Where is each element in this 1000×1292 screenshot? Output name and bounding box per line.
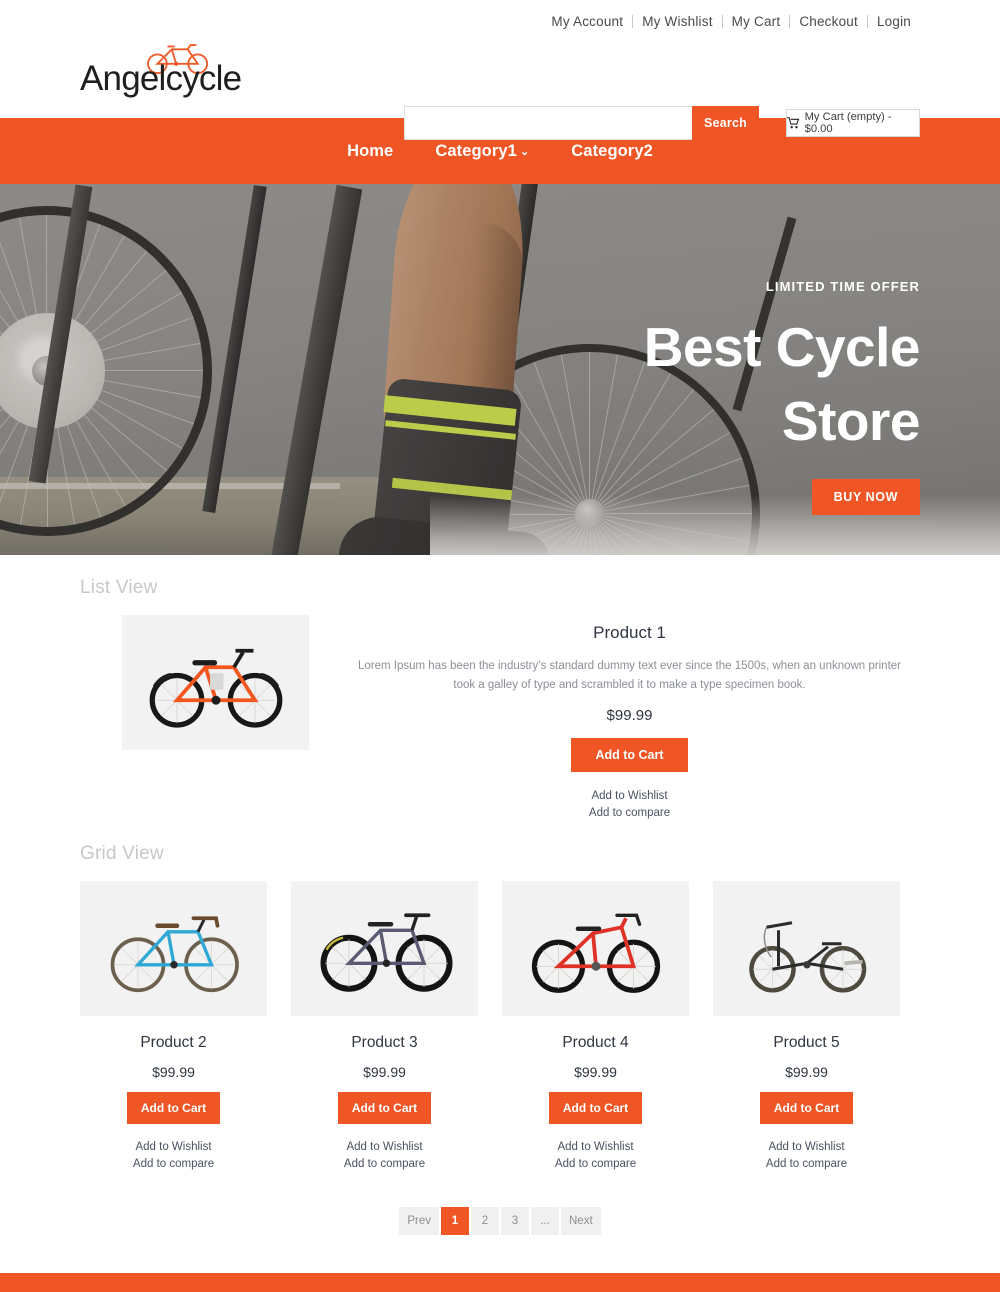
product-info-product-1: Product 1 Lorem Ipsum has been the indus… [309, 615, 920, 821]
add-to-wishlist-link[interactable]: Add to Wishlist [339, 788, 920, 805]
nav-item-category1[interactable]: Category1 ⌄ [435, 142, 529, 161]
nav-item-category2-label: Category2 [571, 141, 653, 160]
product-card: Product 5 $99.99 Add to Cart Add to Wish… [713, 881, 900, 1172]
add-to-cart-button[interactable]: Add to Cart [571, 737, 688, 772]
product-name: Product 5 [773, 1034, 840, 1052]
shopping-cart-icon [787, 117, 800, 129]
top-link-my-wishlist[interactable]: My Wishlist [633, 14, 721, 29]
grid-view-section: Grid View Product 2 $99.99 Add to Cart A… [0, 843, 1000, 1235]
grid-view-title: Grid View [80, 843, 164, 865]
pagination-page-1[interactable]: 1 [441, 1206, 469, 1235]
product-name: Product 2 [140, 1034, 207, 1052]
list-item: Product 1 Lorem Ipsum has been the indus… [80, 615, 920, 821]
hero-copy: LIMITED TIME OFFER Best Cycle Store BUY … [500, 279, 921, 515]
product-image-product-4[interactable] [502, 881, 689, 1017]
product-secondary-links: Add to Wishlist Add to compare [339, 788, 920, 821]
site-logo[interactable]: Angelcycle [80, 38, 280, 108]
add-to-cart-button[interactable]: Add to Cart [549, 1092, 642, 1125]
bicycle-product-image [320, 913, 452, 992]
search-form: Search [404, 106, 759, 140]
bicycle-product-image [110, 916, 239, 992]
add-to-wishlist-link[interactable]: Add to Wishlist [80, 1139, 267, 1156]
product-price: $99.99 [785, 1064, 828, 1081]
bicycle-product-image [531, 913, 660, 993]
buy-now-button[interactable]: BUY NOW [811, 478, 920, 515]
nav-item-category1-label: Category1 [435, 141, 517, 160]
bicycle-product-image [748, 921, 866, 993]
product-card: Product 3 $99.99 Add to Cart Add to Wish… [291, 881, 478, 1172]
product-image-product-5[interactable] [713, 881, 900, 1017]
product-image-product-1[interactable] [122, 615, 309, 750]
product-name: Product 4 [562, 1034, 629, 1052]
add-to-cart-button[interactable]: Add to Cart [127, 1092, 220, 1125]
list-view-title: List View [80, 577, 158, 598]
product-secondary-links: Add to Wishlist Add to compare [80, 1139, 267, 1172]
pagination-page-2[interactable]: 2 [471, 1206, 499, 1235]
nav-item-home[interactable]: Home [347, 142, 393, 161]
product-secondary-links: Add to Wishlist Add to compare [291, 1139, 478, 1172]
product-price: $99.99 [606, 706, 653, 724]
hero-kicker: LIMITED TIME OFFER [765, 279, 920, 294]
product-name: Product 3 [351, 1034, 418, 1052]
product-card: Product 4 $99.99 Add to Cart Add to Wish… [502, 881, 689, 1172]
add-to-wishlist-link[interactable]: Add to Wishlist [291, 1139, 478, 1156]
pagination: Prev 1 2 3 ... Next [80, 1206, 920, 1235]
list-view-section: List View Product 1 Lorem Ipsum has been… [0, 577, 1000, 821]
top-link-checkout[interactable]: Checkout [790, 14, 867, 29]
hero-title-line2: Store [781, 390, 921, 453]
add-to-compare-link[interactable]: Add to compare [713, 1156, 900, 1173]
product-secondary-links: Add to Wishlist Add to compare [713, 1139, 900, 1172]
product-grid: Product 2 $99.99 Add to Cart Add to Wish… [80, 881, 920, 1172]
bicycle-product-image [149, 648, 282, 728]
product-card: Product 2 $99.99 Add to Cart Add to Wish… [80, 881, 267, 1172]
hero-title-line1: Best Cycle [643, 316, 921, 378]
site-footer: Site Map Search Terms Advanced Search Or… [0, 1272, 1000, 1292]
product-price: $99.99 [574, 1064, 617, 1081]
hero-title: Best Cycle Store [500, 310, 921, 459]
add-to-compare-link[interactable]: Add to compare [80, 1156, 267, 1173]
site-header: Angelcycle Search My Cart (empty) - $0.0… [0, 42, 1000, 140]
product-price: $99.99 [363, 1064, 406, 1081]
product-description: Lorem Ipsum has been the industry's stan… [358, 660, 901, 691]
mini-cart-label: My Cart (empty) - $0.00 [804, 111, 892, 135]
mini-cart-button[interactable]: My Cart (empty) - $0.00 [786, 109, 920, 137]
pagination-ellipsis: ... [531, 1206, 559, 1235]
top-link-my-cart[interactable]: My Cart [723, 14, 790, 29]
chevron-down-icon: ⌄ [519, 145, 530, 158]
hero-banner: LIMITED TIME OFFER Best Cycle Store BUY … [0, 184, 1000, 555]
top-link-login[interactable]: Login [868, 14, 920, 29]
product-secondary-links: Add to Wishlist Add to compare [502, 1139, 689, 1172]
top-link-my-account[interactable]: My Account [542, 14, 632, 29]
logo-wordmark: Angelcycle [80, 59, 242, 98]
add-to-compare-link[interactable]: Add to compare [339, 805, 920, 822]
add-to-cart-button[interactable]: Add to Cart [760, 1092, 853, 1125]
search-button[interactable]: Search [692, 106, 759, 140]
pagination-prev[interactable]: Prev [399, 1206, 439, 1235]
product-image-product-3[interactable] [291, 881, 478, 1017]
add-to-wishlist-link[interactable]: Add to Wishlist [502, 1139, 689, 1156]
nav-item-home-label: Home [347, 141, 394, 160]
add-to-wishlist-link[interactable]: Add to Wishlist [713, 1139, 900, 1156]
search-input[interactable] [404, 106, 692, 140]
add-to-compare-link[interactable]: Add to compare [291, 1156, 478, 1173]
pagination-next[interactable]: Next [561, 1206, 601, 1235]
product-name: Product 1 [593, 623, 666, 642]
nav-item-category2[interactable]: Category2 [571, 142, 653, 161]
product-price: $99.99 [152, 1064, 195, 1081]
top-utility-bar: My Account My Wishlist My Cart Checkout … [0, 0, 1000, 42]
add-to-cart-button[interactable]: Add to Cart [338, 1092, 431, 1125]
pagination-page-3[interactable]: 3 [501, 1206, 529, 1235]
add-to-compare-link[interactable]: Add to compare [502, 1156, 689, 1173]
product-image-product-2[interactable] [80, 881, 267, 1017]
